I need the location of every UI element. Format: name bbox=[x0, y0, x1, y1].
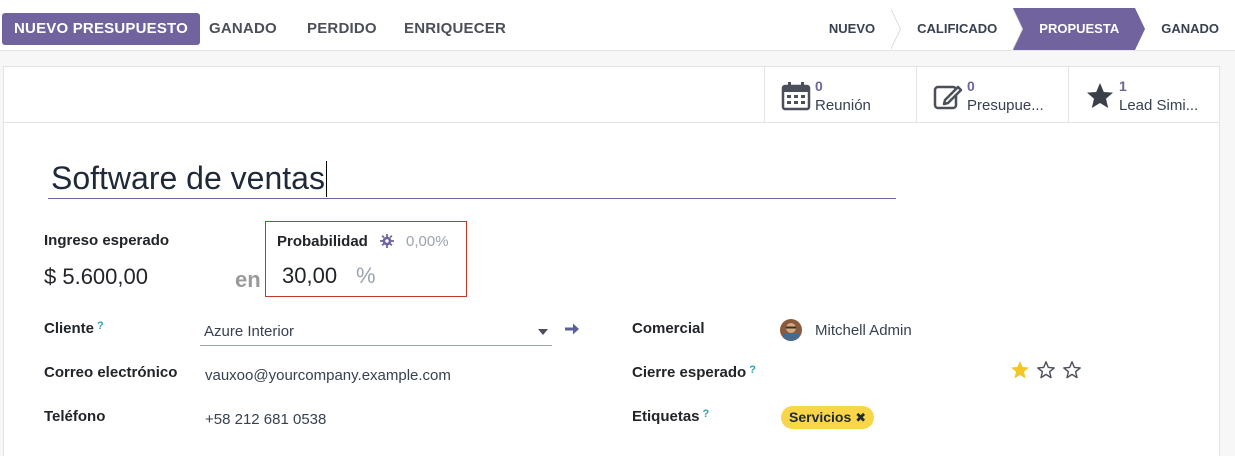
phone-label: Teléfono bbox=[44, 408, 106, 425]
similar-leads-count: 1 bbox=[1119, 78, 1127, 94]
stage-label: NUEVO bbox=[828, 21, 876, 36]
smart-button-bar: 0 Reunión 0 Presupue... 1 Lead Simi... bbox=[4, 67, 1219, 123]
quotations-count: 0 bbox=[967, 78, 975, 94]
control-panel: NUEVO PRESUPUESTO GANADO PERDIDO ENRIQUE… bbox=[0, 0, 1235, 51]
help-icon[interactable]: ? bbox=[97, 320, 104, 332]
star-empty-icon[interactable] bbox=[1036, 360, 1056, 380]
chevron-divider-inner bbox=[890, 8, 901, 50]
mark-lost-button[interactable]: PERDIDO bbox=[307, 13, 377, 45]
edit-icon bbox=[933, 85, 963, 110]
similar-leads-smart-button[interactable]: 1 Lead Simi... bbox=[1068, 67, 1220, 122]
closing-label: Cierre esperado? bbox=[632, 364, 756, 381]
customer-value: Azure Interior bbox=[204, 323, 295, 340]
chevron-down-icon[interactable] bbox=[538, 329, 548, 335]
opportunity-name-text: Software de ventas bbox=[51, 160, 325, 196]
customer-field[interactable]: Azure Interior bbox=[200, 318, 552, 346]
form-sheet: 0 Reunión 0 Presupue... 1 Lead Simi... S… bbox=[3, 66, 1220, 456]
text-cursor bbox=[325, 161, 327, 197]
automated-probability: 0,00% bbox=[406, 233, 449, 250]
tags-label-text: Etiquetas bbox=[632, 408, 700, 425]
stage-pipeline: NUEVO CALIFICADO PROPUESTA GANADO bbox=[815, 8, 1235, 50]
email-label: Correo electrónico bbox=[44, 364, 178, 381]
closing-label-text: Cierre esperado bbox=[632, 364, 747, 381]
stage-label: CALIFICADO bbox=[917, 21, 998, 36]
tag-label: Servicios bbox=[789, 409, 852, 425]
new-quotation-button[interactable]: NUEVO PRESUPUESTO bbox=[2, 13, 200, 45]
chevron-divider-inner bbox=[1134, 8, 1145, 50]
help-icon[interactable]: ? bbox=[703, 408, 710, 420]
meetings-smart-button[interactable]: 0 Reunión bbox=[764, 67, 916, 122]
tag-badge: Servicios ✖ bbox=[781, 406, 875, 429]
remove-tag-icon[interactable]: ✖ bbox=[855, 410, 866, 425]
meetings-count: 0 bbox=[815, 78, 823, 94]
phone-field[interactable]: +58 212 681 0538 bbox=[205, 411, 326, 428]
star-empty-icon[interactable] bbox=[1062, 360, 1082, 380]
stage-label: PROPUESTA bbox=[1039, 21, 1120, 36]
enrich-button[interactable]: ENRIQUECER bbox=[404, 13, 506, 45]
quotations-smart-button[interactable]: 0 Presupue... bbox=[916, 67, 1068, 122]
salesperson-field[interactable]: Mitchell Admin bbox=[815, 322, 912, 339]
help-icon[interactable]: ? bbox=[749, 364, 756, 376]
star-filled-icon[interactable] bbox=[1010, 360, 1030, 380]
expected-revenue-input[interactable]: $ 5.600,00 bbox=[44, 264, 148, 290]
stage-new[interactable]: NUEVO bbox=[815, 8, 902, 50]
probability-label: Probabilidad bbox=[277, 233, 368, 250]
email-field[interactable]: vauxoo@yourcompany.example.com bbox=[205, 367, 451, 384]
percent-sign: % bbox=[356, 263, 376, 288]
tags-label: Etiquetas? bbox=[632, 408, 709, 425]
user-avatar-icon bbox=[780, 319, 802, 341]
similar-leads-label: Lead Simi... bbox=[1119, 97, 1199, 114]
chevron-divider-inner bbox=[1012, 8, 1023, 50]
star-icon bbox=[1087, 83, 1113, 108]
arrow-right-icon[interactable] bbox=[564, 321, 580, 337]
opportunity-name-input[interactable]: Software de ventas bbox=[48, 161, 896, 199]
calendar-icon bbox=[781, 82, 811, 111]
salesperson-label: Comercial bbox=[632, 320, 705, 337]
avatar bbox=[780, 319, 802, 341]
probability-input[interactable]: 30,00 bbox=[282, 263, 337, 289]
expected-revenue-label: Ingreso esperado bbox=[44, 232, 170, 249]
priority-widget bbox=[1010, 360, 1082, 380]
stage-qualified[interactable]: CALIFICADO bbox=[891, 8, 1024, 50]
probability-group: Probabilidad 0,00% 30,00 % bbox=[265, 221, 467, 297]
gear-icon[interactable] bbox=[380, 234, 394, 248]
in-label: en bbox=[235, 267, 261, 292]
mark-won-button[interactable]: GANADO bbox=[209, 13, 277, 45]
meetings-label: Reunión bbox=[815, 97, 871, 114]
stage-label: GANADO bbox=[1161, 21, 1219, 36]
customer-label: Cliente? bbox=[44, 320, 104, 337]
customer-label-text: Cliente bbox=[44, 320, 95, 337]
stage-won[interactable]: GANADO bbox=[1135, 8, 1235, 50]
stage-proposition[interactable]: PROPUESTA bbox=[1013, 8, 1146, 50]
quotations-label: Presupue... bbox=[967, 97, 1044, 114]
